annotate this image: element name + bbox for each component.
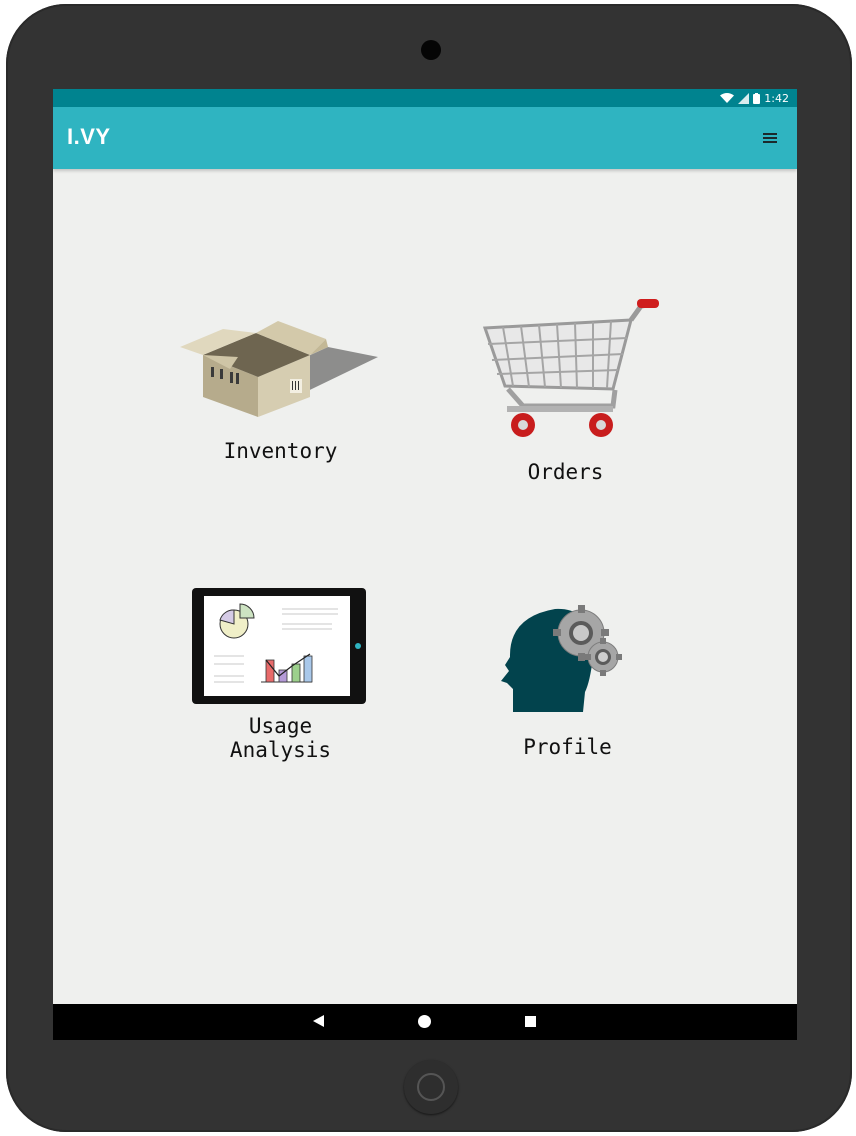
hardware-home-button[interactable] — [404, 1060, 458, 1114]
back-icon[interactable] — [313, 1015, 324, 1027]
status-bar: 1:42 — [53, 89, 797, 107]
profile-tile[interactable]: Profile — [465, 597, 670, 759]
hamburger-menu-icon[interactable] — [763, 133, 777, 143]
orders-tile[interactable]: Orders — [463, 294, 668, 484]
app-bar: I.VY — [53, 107, 797, 169]
usage-analysis-label: Usage Analysis — [229, 714, 332, 762]
home-icon[interactable] — [418, 1015, 431, 1028]
navigation-bar — [53, 1004, 797, 1040]
orders-label: Orders — [527, 460, 604, 484]
battery-icon — [753, 92, 761, 104]
tablet-chart-icon — [192, 588, 366, 704]
profile-label: Profile — [523, 735, 612, 759]
recents-icon[interactable] — [525, 1016, 536, 1027]
app-title: I.VY — [67, 124, 111, 149]
cardboard-box-icon — [180, 321, 378, 417]
head-gears-icon — [501, 605, 622, 712]
status-time: 1:42 — [764, 91, 789, 105]
usage-analysis-tile[interactable]: Usage Analysis — [178, 584, 383, 762]
shopping-cart-icon — [482, 299, 659, 437]
camera — [421, 40, 441, 60]
wifi-icon — [720, 92, 735, 103]
inventory-label: Inventory — [223, 439, 338, 463]
screen: 1:42 I.VY Inventory Orders Usage Analysi… — [53, 89, 797, 1040]
signal-icon — [738, 92, 750, 104]
inventory-tile[interactable]: Inventory — [178, 317, 383, 463]
